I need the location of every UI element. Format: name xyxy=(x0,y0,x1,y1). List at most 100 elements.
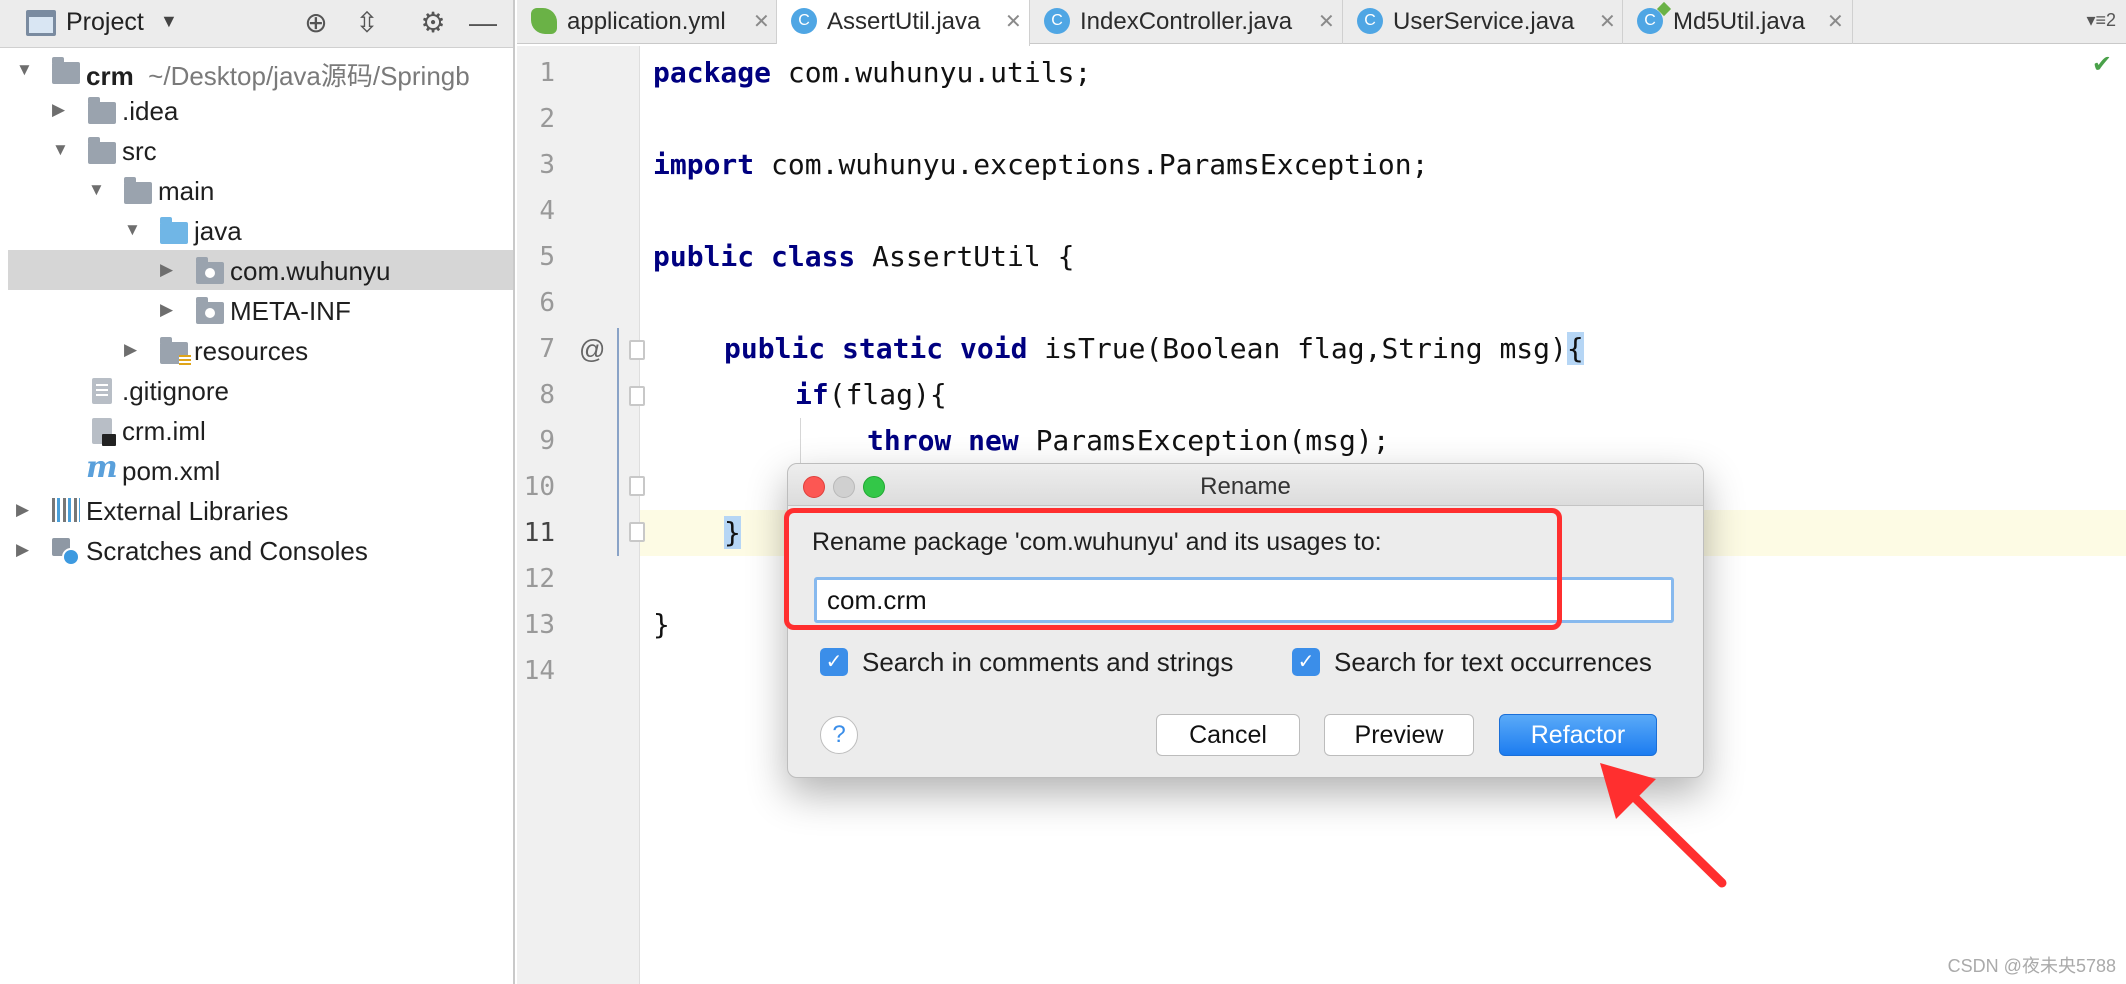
tree-label: Scratches and Consoles xyxy=(86,536,368,566)
java-class-icon: C xyxy=(1637,1,1672,34)
fold-marker-icon[interactable] xyxy=(629,522,645,542)
collapsed-arrow-icon[interactable]: ▶ xyxy=(16,500,29,520)
fold-marker-icon[interactable] xyxy=(629,476,645,496)
annotation-arrow-icon xyxy=(1600,763,1727,888)
tree-label: src xyxy=(122,136,157,166)
project-view-selector[interactable]: Project xyxy=(66,8,144,37)
project-panel: Project ▼ ⊕ ⇳ ⚙ — ▼ crm ~/Desktop/java源码… xyxy=(0,0,515,984)
project-tree: ▼ crm ~/Desktop/java源码/Springb ▶ .idea ▼… xyxy=(8,50,513,570)
help-button[interactable]: ? xyxy=(820,716,858,754)
tree-item-meta-inf[interactable]: ▶ META-INF xyxy=(8,290,513,330)
code-line-11: } xyxy=(724,516,741,549)
tree-item-src[interactable]: ▼ src xyxy=(8,130,513,170)
search-comments-checkbox[interactable]: ✓ xyxy=(820,648,848,676)
locate-icon[interactable]: ⊕ xyxy=(299,6,333,40)
line-number: 11 xyxy=(523,518,555,548)
refactor-button[interactable]: Refactor xyxy=(1499,714,1657,756)
tree-item-pom-xml[interactable]: m pom.xml xyxy=(8,450,513,490)
tree-label: pom.xml xyxy=(122,456,221,486)
expanded-arrow-icon[interactable]: ▼ xyxy=(52,140,69,160)
fold-marker-icon[interactable] xyxy=(629,386,645,406)
tree-item-scratches[interactable]: ▶ Scratches and Consoles xyxy=(8,530,513,570)
chevron-down-icon[interactable]: ▼ xyxy=(160,11,178,32)
collapsed-arrow-icon[interactable]: ▶ xyxy=(124,340,137,360)
tree-item-idea[interactable]: ▶ .idea xyxy=(8,90,513,130)
code-line-13: } xyxy=(653,608,670,641)
close-icon[interactable]: ✕ xyxy=(1827,9,1844,34)
code-text: com.wuhunyu.utils; xyxy=(771,56,1092,89)
expanded-arrow-icon[interactable]: ▼ xyxy=(88,180,105,200)
tab-userservice-java[interactable]: C UserService.java ✕ xyxy=(1343,0,1623,44)
fold-range-bar xyxy=(617,328,619,556)
tree-item-crm[interactable]: ▼ crm ~/Desktop/java源码/Springb xyxy=(8,50,513,91)
project-window-icon xyxy=(26,10,56,36)
tree-item-gitignore[interactable]: .gitignore xyxy=(8,370,513,410)
module-folder-icon xyxy=(52,57,80,84)
gear-icon[interactable]: ⚙ xyxy=(416,6,450,40)
tree-item-resources[interactable]: ▶ resources xyxy=(8,330,513,370)
tab-assertutil-java[interactable]: C AssertUtil.java ✕ xyxy=(777,0,1030,46)
search-comments-label[interactable]: Search in comments and strings xyxy=(862,647,1233,678)
tree-label: .gitignore xyxy=(122,376,229,406)
code-line-1: package com.wuhunyu.utils; xyxy=(653,56,1091,89)
hide-icon[interactable]: — xyxy=(466,6,500,40)
expanded-arrow-icon[interactable]: ▼ xyxy=(16,60,33,80)
code-text: } xyxy=(653,608,670,641)
line-number: 3 xyxy=(539,150,555,180)
tree-item-com-wuhunyu[interactable]: ▶ com.wuhunyu xyxy=(8,250,513,290)
annotation-marker[interactable]: @ xyxy=(579,334,605,365)
search-text-checkbox[interactable]: ✓ xyxy=(1292,648,1320,676)
line-number: 9 xyxy=(539,426,555,456)
code-text: ParamsException(msg); xyxy=(1018,424,1390,457)
package-icon xyxy=(196,257,224,284)
code-keyword: throw new xyxy=(867,424,1019,457)
collapsed-arrow-icon[interactable]: ▶ xyxy=(16,540,29,560)
close-icon[interactable]: ✕ xyxy=(1005,9,1022,34)
java-class-icon: C xyxy=(1044,8,1070,34)
expanded-arrow-icon[interactable]: ▼ xyxy=(124,220,141,240)
maven-icon: m xyxy=(86,450,118,485)
tree-item-external-libraries[interactable]: ▶ External Libraries xyxy=(8,490,513,530)
line-number: 8 xyxy=(539,380,555,410)
close-icon[interactable]: ✕ xyxy=(1318,9,1335,34)
code-line-9: throw new ParamsException(msg); xyxy=(867,424,1390,457)
fold-marker-icon[interactable] xyxy=(629,340,645,360)
tab-md5util-java[interactable]: C Md5Util.java ✕ xyxy=(1623,0,1853,44)
tree-label: resources xyxy=(194,336,309,366)
watermark: CSDN @夜未央5788 xyxy=(1947,956,2116,976)
libraries-icon xyxy=(52,498,80,522)
project-header: Project ▼ ⊕ ⇳ ⚙ — xyxy=(0,0,513,48)
tab-indexcontroller-java[interactable]: C IndexController.java ✕ xyxy=(1030,0,1343,44)
annotation-highlight-box xyxy=(784,508,1562,630)
collapse-all-icon[interactable]: ⇳ xyxy=(350,6,384,40)
close-icon[interactable]: ✕ xyxy=(1599,9,1616,34)
code-keyword: package xyxy=(653,56,772,89)
inspection-ok-icon[interactable]: ✔ xyxy=(2092,50,2112,79)
preview-button[interactable]: Preview xyxy=(1324,714,1474,756)
line-number: 13 xyxy=(523,610,555,640)
tab-overflow-button[interactable]: ▾≡2 xyxy=(2086,10,2116,31)
tree-label: com.wuhunyu xyxy=(230,256,391,286)
tab-application-yml[interactable]: application.yml ✕ xyxy=(517,0,777,44)
collapsed-arrow-icon[interactable]: ▶ xyxy=(160,300,173,320)
tab-label: AssertUtil.java xyxy=(827,8,981,35)
tree-label: External Libraries xyxy=(86,496,289,526)
code-keyword: if xyxy=(795,378,829,411)
tree-item-java[interactable]: ▼ java xyxy=(8,210,513,250)
code-keyword: public static void xyxy=(724,332,1028,365)
close-icon[interactable]: ✕ xyxy=(753,9,770,34)
search-text-label[interactable]: Search for text occurrences xyxy=(1334,647,1652,678)
collapsed-arrow-icon[interactable]: ▶ xyxy=(160,260,173,280)
code-text: AssertUtil { xyxy=(855,240,1075,273)
module-file-icon xyxy=(92,418,116,446)
tree-label: crm xyxy=(86,61,134,91)
cancel-button[interactable]: Cancel xyxy=(1156,714,1300,756)
tree-item-main[interactable]: ▼ main xyxy=(8,170,513,210)
collapsed-arrow-icon[interactable]: ▶ xyxy=(52,100,65,120)
code-line-8: if(flag){ xyxy=(795,378,947,411)
dialog-titlebar: Rename xyxy=(788,464,1703,506)
tab-label: UserService.java xyxy=(1393,8,1575,35)
line-number: 6 xyxy=(539,288,555,318)
tree-label: META-INF xyxy=(230,296,351,326)
tree-item-crm-iml[interactable]: crm.iml xyxy=(8,410,513,450)
